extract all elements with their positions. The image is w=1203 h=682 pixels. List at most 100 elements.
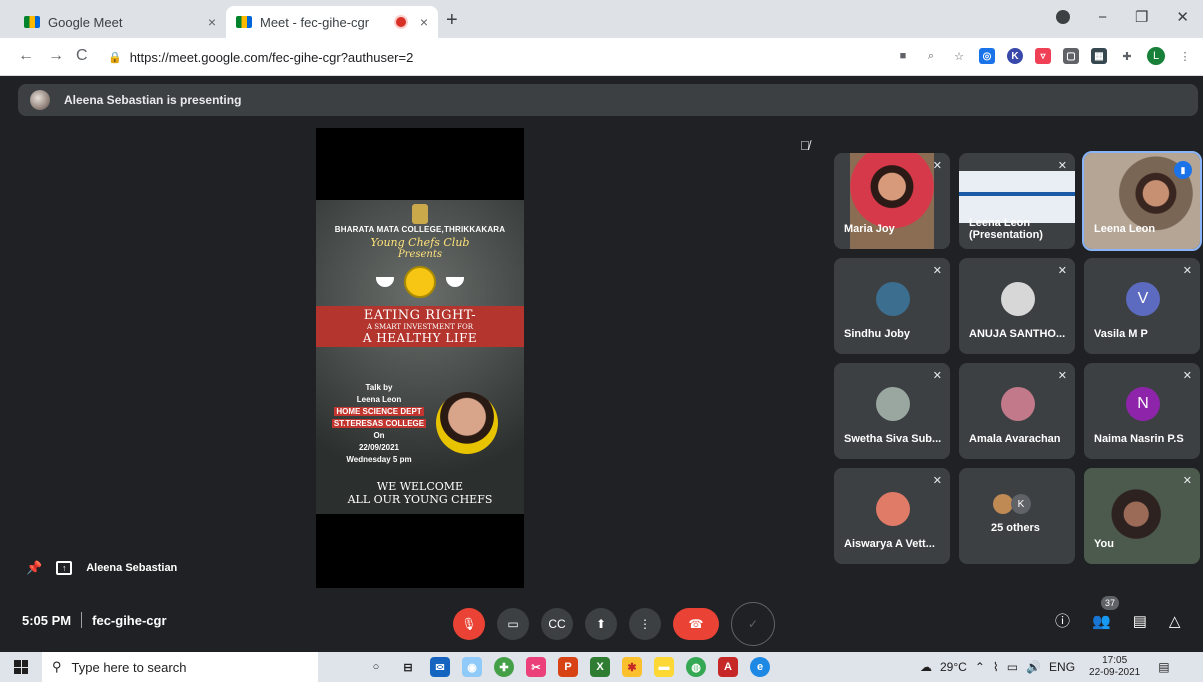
language-indicator[interactable]: ENG: [1049, 660, 1075, 674]
tab-title: Google Meet: [48, 14, 123, 30]
pocket-icon[interactable]: ▿: [1035, 48, 1051, 64]
new-tab-button[interactable]: +: [446, 9, 458, 32]
powerpoint-icon[interactable]: P: [558, 657, 578, 677]
tab-meet-active[interactable]: Meet - fec-gihe-cgr ×: [226, 6, 438, 38]
present-now-button[interactable]: ⬆: [585, 608, 617, 640]
chat-icon[interactable]: ▤: [1133, 612, 1147, 630]
extensions-puzzle-icon[interactable]: ✚: [1119, 48, 1135, 64]
extension-grid-icon[interactable]: ▦: [1091, 48, 1107, 64]
call-controls: 🎙 ▭ CC ⬆ ⋮ ☎ ✓: [453, 602, 775, 646]
snip-icon[interactable]: ✂: [526, 657, 546, 677]
raise-hand-button[interactable]: ✓: [731, 602, 775, 646]
presenter-name: Aleena Sebastian: [86, 562, 178, 574]
welcome-line-1: WE WELCOME: [376, 480, 464, 493]
participant-tile[interactable]: ✕ N Naima Nasrin P.S: [1084, 363, 1200, 459]
mic-off-icon: ✕: [932, 265, 942, 277]
back-button[interactable]: ←: [18, 47, 34, 65]
cortana-icon[interactable]: ○: [366, 657, 386, 677]
weather-temp[interactable]: 29°C: [940, 660, 967, 674]
task-view-icon[interactable]: ⊟: [398, 657, 418, 677]
zoom-icon[interactable]: ⌕: [923, 48, 939, 64]
tab-title: Meet - fec-gihe-cgr: [260, 14, 370, 30]
people-icon[interactable]: 👥: [1092, 612, 1111, 630]
menu-kebab-icon[interactable]: ⋮: [1177, 48, 1193, 64]
talk-line: Leena Leon: [356, 395, 402, 404]
others-tile[interactable]: K 25 others: [959, 468, 1075, 564]
talk-line: On: [373, 431, 385, 440]
mic-toggle-button[interactable]: 🎙: [453, 608, 485, 640]
tab-close-icon[interactable]: ×: [420, 14, 428, 30]
meeting-details-icon[interactable]: ⓘ: [1055, 610, 1070, 631]
participant-name: You: [1094, 538, 1114, 550]
pin-icon[interactable]: 📌: [26, 560, 42, 576]
profile-avatar[interactable]: L: [1147, 47, 1165, 65]
participant-name: ANUJA SANTHO...: [969, 328, 1066, 340]
volume-icon[interactable]: 🔊: [1026, 660, 1041, 674]
poster-ribbon: EATING RIGHT- A SMART INVESTMENT FOR A H…: [316, 306, 524, 347]
chrome-profile-icon[interactable]: [1056, 10, 1071, 24]
mail-icon[interactable]: ✉: [430, 657, 450, 677]
camera-icon[interactable]: ■: [895, 48, 911, 64]
clock-time: 17:05: [1102, 655, 1128, 666]
participant-name: Aiswarya A Vett...: [844, 538, 935, 550]
reload-button[interactable]: C: [76, 47, 88, 65]
leave-call-button[interactable]: ☎: [673, 608, 719, 640]
bookmark-star-icon[interactable]: ☆: [951, 48, 967, 64]
participant-count-badge: 37: [1101, 596, 1119, 610]
extension-k-icon[interactable]: K: [1007, 48, 1023, 64]
participant-tile[interactable]: ✕ Swetha Siva Sub...: [834, 363, 950, 459]
talk-line: Talk by: [365, 383, 393, 392]
participant-tile[interactable]: ✕ Leena Leon (Presentation): [959, 153, 1075, 249]
media-icon[interactable]: ◉: [462, 657, 482, 677]
chrome-icon[interactable]: ◍: [686, 657, 706, 677]
excel-icon[interactable]: X: [590, 657, 610, 677]
tab-close-icon[interactable]: ×: [208, 14, 216, 30]
poster-title-2: A SMART INVESTMENT FOR: [366, 323, 474, 331]
network-app-icon[interactable]: ✚: [494, 657, 514, 677]
network-icon[interactable]: ⌇: [993, 660, 999, 674]
pinned-apps: ○ ⊟ ✉ ◉ ✚ ✂ P X ✱ ▬ ◍ A e: [366, 652, 770, 682]
participant-tile[interactable]: ✕ Sindhu Joby: [834, 258, 950, 354]
presenting-banner: Aleena Sebastian is presenting: [18, 84, 1198, 116]
participant-tile[interactable]: ✕ Amala Avarachan: [959, 363, 1075, 459]
meeting-time: 5:05 PM: [22, 612, 72, 628]
restore-button[interactable]: ❐: [1135, 8, 1148, 26]
side-controls: ⓘ 👥 ▤ △: [1055, 610, 1180, 631]
paint-icon[interactable]: ✱: [622, 657, 642, 677]
participant-tile[interactable]: ✕ Aiswarya A Vett...: [834, 468, 950, 564]
address-bar[interactable]: 🔒 https://meet.google.com/fec-gihe-cgr?a…: [108, 43, 868, 71]
participant-tile[interactable]: ✕ ANUJA SANTHO...: [959, 258, 1075, 354]
poster-talk-info: Talk by Leena Leon HOME SCIENCE DEPT ST.…: [324, 382, 434, 466]
forward-button[interactable]: →: [48, 47, 64, 65]
clock-date: 22-09-2021: [1089, 667, 1141, 678]
others-count: 25 others: [991, 522, 1040, 534]
extension-box-icon[interactable]: ▢: [1063, 48, 1079, 64]
participant-tile-active[interactable]: ▮ Leena Leon: [1082, 151, 1202, 251]
bowl-icon: [446, 277, 464, 287]
more-options-button[interactable]: ⋮: [629, 608, 661, 640]
self-tile[interactable]: ✕ You: [1084, 468, 1200, 564]
activities-icon[interactable]: △: [1169, 612, 1181, 630]
close-window-button[interactable]: ✕: [1176, 8, 1189, 26]
edge-icon[interactable]: e: [750, 657, 770, 677]
minimize-button[interactable]: −: [1098, 9, 1107, 26]
mic-off-icon: ✕: [1182, 265, 1192, 277]
camera-toggle-button[interactable]: ▭: [497, 608, 529, 640]
windows-start-icon[interactable]: [14, 660, 28, 674]
browser-tabstrip: Google Meet × Meet - fec-gihe-cgr × + − …: [0, 0, 1203, 38]
participant-tile[interactable]: ✕ Maria Joy: [834, 153, 950, 249]
chef-emblem-icon: [404, 266, 436, 298]
acrobat-icon[interactable]: A: [718, 657, 738, 677]
speaking-indicator-icon: ▮: [1174, 161, 1192, 179]
captions-button[interactable]: CC: [541, 608, 573, 640]
battery-icon[interactable]: ▭: [1007, 660, 1018, 674]
tray-overflow-icon[interactable]: ⌃: [975, 660, 985, 674]
extension-a-icon[interactable]: ◎: [979, 48, 995, 64]
file-explorer-icon[interactable]: ▬: [654, 657, 674, 677]
notifications-icon[interactable]: ▤: [1158, 660, 1169, 674]
browser-toolbar: ← → C 🔒 https://meet.google.com/fec-gihe…: [0, 38, 1203, 76]
taskbar-search[interactable]: ⚲ Type here to search: [42, 652, 318, 682]
participant-tile[interactable]: ✕ V Vasila M P: [1084, 258, 1200, 354]
tab-google-meet[interactable]: Google Meet ×: [14, 6, 226, 38]
clock[interactable]: 17:05 22-09-2021: [1089, 655, 1140, 679]
